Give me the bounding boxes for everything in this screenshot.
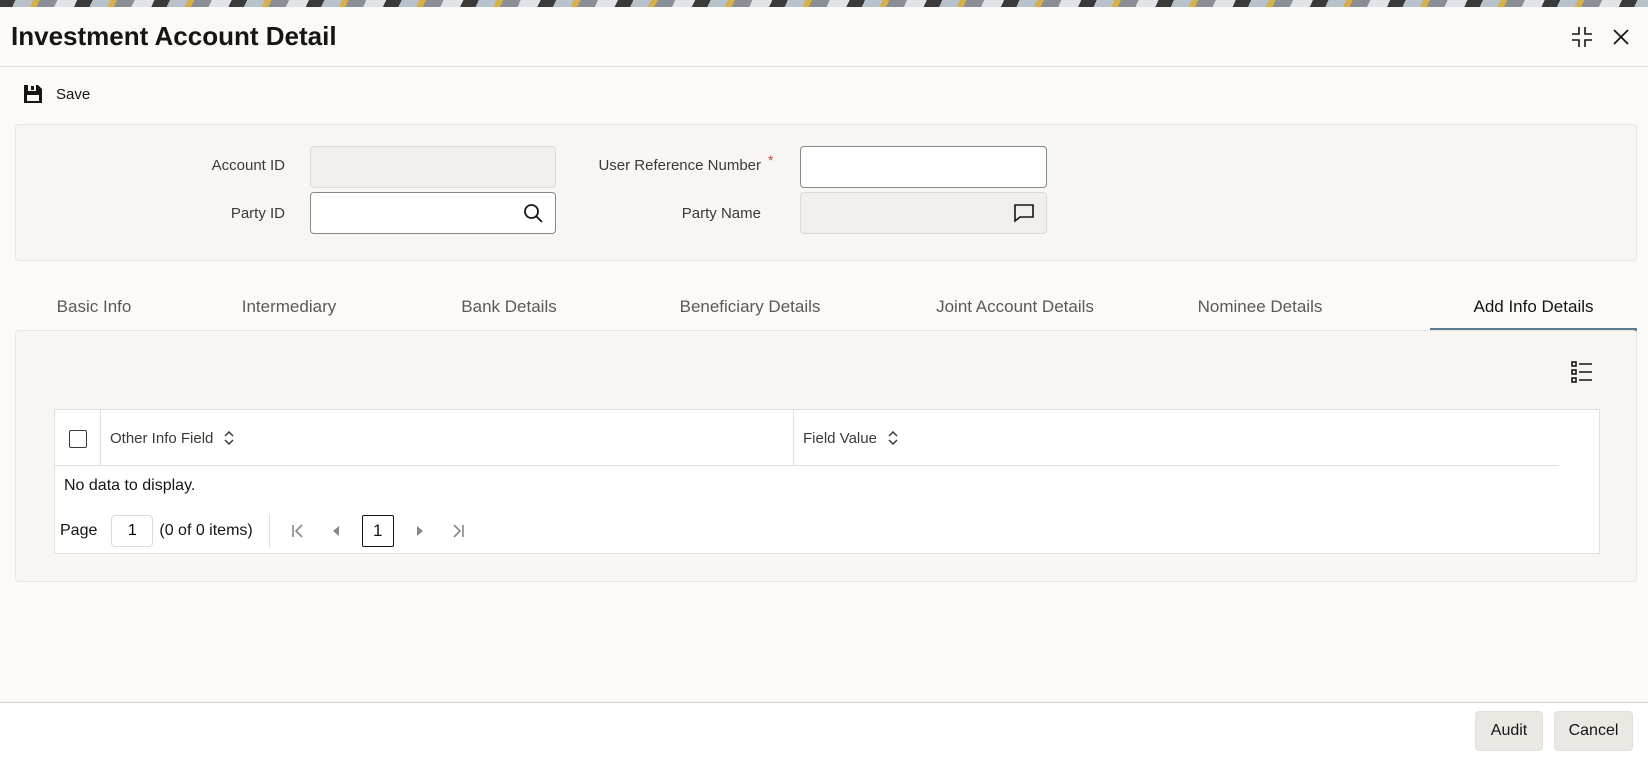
party-id-input[interactable] xyxy=(310,192,556,234)
comment-icon xyxy=(1014,204,1034,223)
save-icon xyxy=(24,85,42,103)
pagination: Page (0 of 0 items) 1 xyxy=(60,514,484,548)
top-banner xyxy=(0,0,1648,7)
last-page-button[interactable] xyxy=(446,519,470,543)
audit-button[interactable]: Audit xyxy=(1475,711,1543,751)
column-list-icon xyxy=(1571,361,1592,383)
investment-account-window: Investment Account Detail Save Account I… xyxy=(0,7,1648,761)
maximize-icon xyxy=(1572,27,1592,47)
add-info-panel: Other Info Field Field Value No data to … xyxy=(15,330,1637,582)
toolbar: Save xyxy=(0,73,1648,113)
page-title: Investment Account Detail xyxy=(11,21,337,51)
close-button[interactable] xyxy=(1607,23,1635,51)
title-bar: Investment Account Detail xyxy=(0,7,1648,67)
save-button[interactable]: Save xyxy=(22,81,90,107)
party-id-label: Party ID xyxy=(230,205,285,222)
party-name-label: Party Name xyxy=(681,205,761,222)
grid-header: Other Info Field Field Value xyxy=(55,410,1559,466)
items-count: (0 of 0 items) xyxy=(159,522,253,539)
empty-message: No data to display. xyxy=(64,477,196,494)
current-page[interactable]: 1 xyxy=(361,515,394,547)
detail-tabs: Basic Info Intermediary Bank Details Ben… xyxy=(15,287,1637,331)
cancel-button[interactable]: Cancel xyxy=(1554,711,1633,751)
party-id-search-button[interactable] xyxy=(521,201,545,225)
add-info-grid: Other Info Field Field Value No data to … xyxy=(54,409,1600,554)
tab-beneficiary-details[interactable]: Beneficiary Details xyxy=(655,287,845,331)
tab-nominee-details[interactable]: Nominee Details xyxy=(1175,287,1345,331)
sort-icon[interactable] xyxy=(223,431,235,445)
tab-joint-account-details[interactable]: Joint Account Details xyxy=(915,287,1115,331)
next-page-button[interactable] xyxy=(408,519,432,543)
account-id-label: Account ID xyxy=(211,157,285,174)
column-field-value-label: Field Value xyxy=(803,429,877,447)
save-label: Save xyxy=(56,85,91,103)
sort-icon[interactable] xyxy=(887,431,899,445)
select-all-checkbox[interactable] xyxy=(69,430,87,448)
column-field-value[interactable]: Field Value xyxy=(803,410,1503,466)
pager-divider xyxy=(268,514,270,548)
party-name-comment-button[interactable] xyxy=(1012,201,1036,225)
last-page-icon xyxy=(453,524,464,538)
column-divider xyxy=(100,410,101,466)
maximize-button[interactable] xyxy=(1568,23,1596,51)
column-other-info-field-label: Other Info Field xyxy=(110,429,214,447)
tab-bank-details[interactable]: Bank Details xyxy=(430,287,588,331)
prev-page-button[interactable] xyxy=(324,519,348,543)
tab-basic-info[interactable]: Basic Info xyxy=(15,287,173,331)
column-other-info-field[interactable]: Other Info Field xyxy=(110,410,790,466)
footer-bar: Audit Cancel xyxy=(0,702,1648,761)
close-icon xyxy=(1613,29,1629,45)
required-marker: * xyxy=(768,152,774,168)
user-reference-input[interactable] xyxy=(800,146,1047,188)
page-number-input[interactable] xyxy=(111,515,154,547)
column-options-button[interactable] xyxy=(1567,357,1597,387)
tab-add-info-details[interactable]: Add Info Details xyxy=(1430,287,1637,331)
first-page-icon xyxy=(291,524,303,538)
column-divider xyxy=(793,410,794,466)
tab-intermediary[interactable]: Intermediary xyxy=(210,287,368,331)
search-icon xyxy=(524,204,543,223)
first-page-button[interactable] xyxy=(286,519,310,543)
party-name-input[interactable] xyxy=(800,192,1047,234)
account-header-panel: Account ID Party ID User Reference Numbe… xyxy=(15,124,1637,261)
next-page-icon xyxy=(416,526,423,536)
user-reference-label: User Reference Number xyxy=(598,157,761,174)
page-label: Page xyxy=(60,522,98,539)
prev-page-icon xyxy=(332,526,339,536)
account-id-input[interactable] xyxy=(310,146,556,188)
